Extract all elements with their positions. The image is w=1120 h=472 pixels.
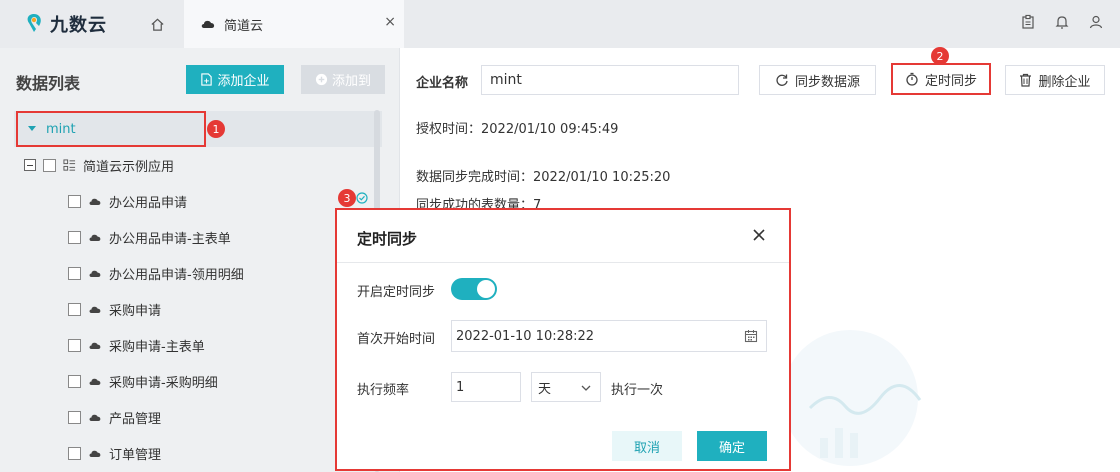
- cloud-icon: [89, 378, 101, 385]
- cloud-icon: [89, 234, 101, 241]
- checkbox[interactable]: [68, 302, 81, 316]
- checkbox[interactable]: [43, 158, 56, 172]
- app-grid-icon: [63, 158, 76, 171]
- tree-item-label: 采购申请: [109, 303, 162, 319]
- tree-item-label: 采购申请-采购明细: [109, 375, 218, 391]
- add-doc-icon: [201, 73, 213, 86]
- add-to-button[interactable]: 添加到: [301, 65, 385, 94]
- frequency-input[interactable]: 1: [451, 372, 521, 402]
- tree-item[interactable]: 办公用品申请-主表单: [68, 219, 231, 255]
- scheduled-sync-dialog: 定时同步 开启定时同步 首次开始时间 2022-01-10 10:28:22 执…: [335, 208, 791, 471]
- tree-item[interactable]: 订单管理: [68, 435, 161, 471]
- enterprise-name-label: 企业名称: [416, 76, 469, 91]
- home-icon: [150, 18, 164, 31]
- panel-title: 数据列表: [16, 74, 81, 93]
- annotation-badge-2: 2: [931, 47, 949, 65]
- scheduled-sync-label: 定时同步: [924, 73, 977, 89]
- tree-root-label: mint: [46, 121, 76, 137]
- logo: 九数云: [24, 10, 107, 38]
- tree-item-label: 办公用品申请-主表单: [109, 231, 231, 247]
- checkbox[interactable]: [68, 230, 81, 244]
- chevron-down-icon: [581, 385, 591, 391]
- trash-icon: [1020, 73, 1032, 87]
- frequency-unit-value: 天: [538, 381, 552, 397]
- plus-circle-icon: [315, 73, 328, 86]
- add-enterprise-button[interactable]: 添加企业: [186, 65, 284, 94]
- tab-label: 简道云: [224, 18, 264, 34]
- frequency-suffix: 执行一次: [611, 383, 664, 398]
- close-icon[interactable]: [751, 227, 767, 243]
- cloud-icon: [89, 342, 101, 349]
- cloud-icon: [89, 306, 101, 313]
- logo-text: 九数云: [50, 15, 107, 36]
- auth-time: 授权时间：2022/01/10 09:45:49: [416, 122, 619, 137]
- bell-icon[interactable]: [1054, 14, 1070, 30]
- tree-group-sample-app[interactable]: 简道云示例应用: [24, 147, 174, 183]
- frequency-unit-select[interactable]: 天: [531, 372, 601, 402]
- home-tab[interactable]: [130, 0, 184, 48]
- cloud-icon: [201, 20, 215, 28]
- sync-complete-time: 数据同步完成时间：2022/01/10 10:25:20: [416, 170, 671, 185]
- scheduled-sync-button[interactable]: 定时同步: [891, 63, 991, 95]
- confirm-button[interactable]: 确定: [697, 431, 767, 461]
- top-bar: 九数云 简道云 ×: [0, 0, 1120, 48]
- close-tab-icon[interactable]: ×: [384, 14, 396, 30]
- collapse-icon[interactable]: [24, 159, 36, 171]
- checkbox[interactable]: [68, 446, 81, 460]
- check-circle-icon: [356, 192, 368, 204]
- tree-item[interactable]: 产品管理: [68, 399, 161, 435]
- cloud-icon: [89, 270, 101, 277]
- tree-item[interactable]: 采购申请: [68, 291, 161, 327]
- cloud-icon: [89, 450, 101, 457]
- tree-item-label: 办公用品申请: [109, 195, 188, 211]
- cloud-icon: [89, 414, 101, 421]
- tree-item-label: 产品管理: [109, 411, 162, 427]
- enable-schedule-label: 开启定时同步: [357, 285, 436, 300]
- refresh-icon: [776, 74, 788, 86]
- cancel-button[interactable]: 取消: [612, 431, 682, 461]
- checkbox[interactable]: [68, 374, 81, 388]
- tree-item-label: 采购申请-主表单: [109, 339, 205, 355]
- start-time-label: 首次开始时间: [357, 332, 436, 347]
- dialog-header: 定时同步: [337, 210, 789, 263]
- checkbox[interactable]: [68, 194, 81, 208]
- checkbox[interactable]: [68, 266, 81, 280]
- tree-item-label: 订单管理: [109, 447, 162, 463]
- tree-root-mint[interactable]: mint: [16, 111, 206, 147]
- calendar-icon[interactable]: [744, 329, 758, 343]
- annotation-badge-1: 1: [207, 120, 225, 138]
- tree-item[interactable]: 办公用品申请-领用明细: [68, 255, 244, 291]
- tree-item[interactable]: 采购申请-主表单: [68, 327, 205, 363]
- checkbox[interactable]: [68, 338, 81, 352]
- checkbox[interactable]: [68, 410, 81, 424]
- start-time-value: 2022-01-10 10:28:22: [456, 328, 595, 344]
- sync-datasource-label: 同步数据源: [794, 74, 860, 90]
- tree-item-label: 办公用品申请-领用明细: [109, 267, 244, 283]
- cloud-icon: [89, 198, 101, 205]
- delete-enterprise-button[interactable]: 删除企业: [1005, 65, 1105, 95]
- timer-icon: [906, 72, 918, 86]
- enterprise-name-input[interactable]: mint: [481, 65, 739, 95]
- tree-group-label: 简道云示例应用: [83, 159, 175, 175]
- decorative-chart-graphic: [790, 330, 922, 466]
- add-enterprise-label: 添加企业: [217, 74, 270, 89]
- tree-item[interactable]: 采购申请-采购明细: [68, 363, 218, 399]
- tree-item[interactable]: 办公用品申请: [68, 183, 187, 219]
- caret-down-icon: [28, 126, 36, 131]
- user-icon[interactable]: [1088, 14, 1104, 30]
- start-time-input[interactable]: 2022-01-10 10:28:22: [451, 320, 767, 352]
- logo-icon: [27, 14, 41, 32]
- annotation-badge-3: 3: [338, 189, 356, 207]
- clipboard-icon[interactable]: [1020, 14, 1036, 30]
- tab-jiandaoyun[interactable]: 简道云 ×: [184, 0, 404, 48]
- delete-enterprise-label: 删除企业: [1038, 74, 1091, 90]
- frequency-label: 执行频率: [357, 383, 410, 398]
- dialog-title: 定时同步: [357, 230, 418, 248]
- add-to-label: 添加到: [331, 74, 371, 89]
- sync-datasource-button[interactable]: 同步数据源: [759, 65, 876, 95]
- enable-schedule-toggle[interactable]: [451, 278, 497, 300]
